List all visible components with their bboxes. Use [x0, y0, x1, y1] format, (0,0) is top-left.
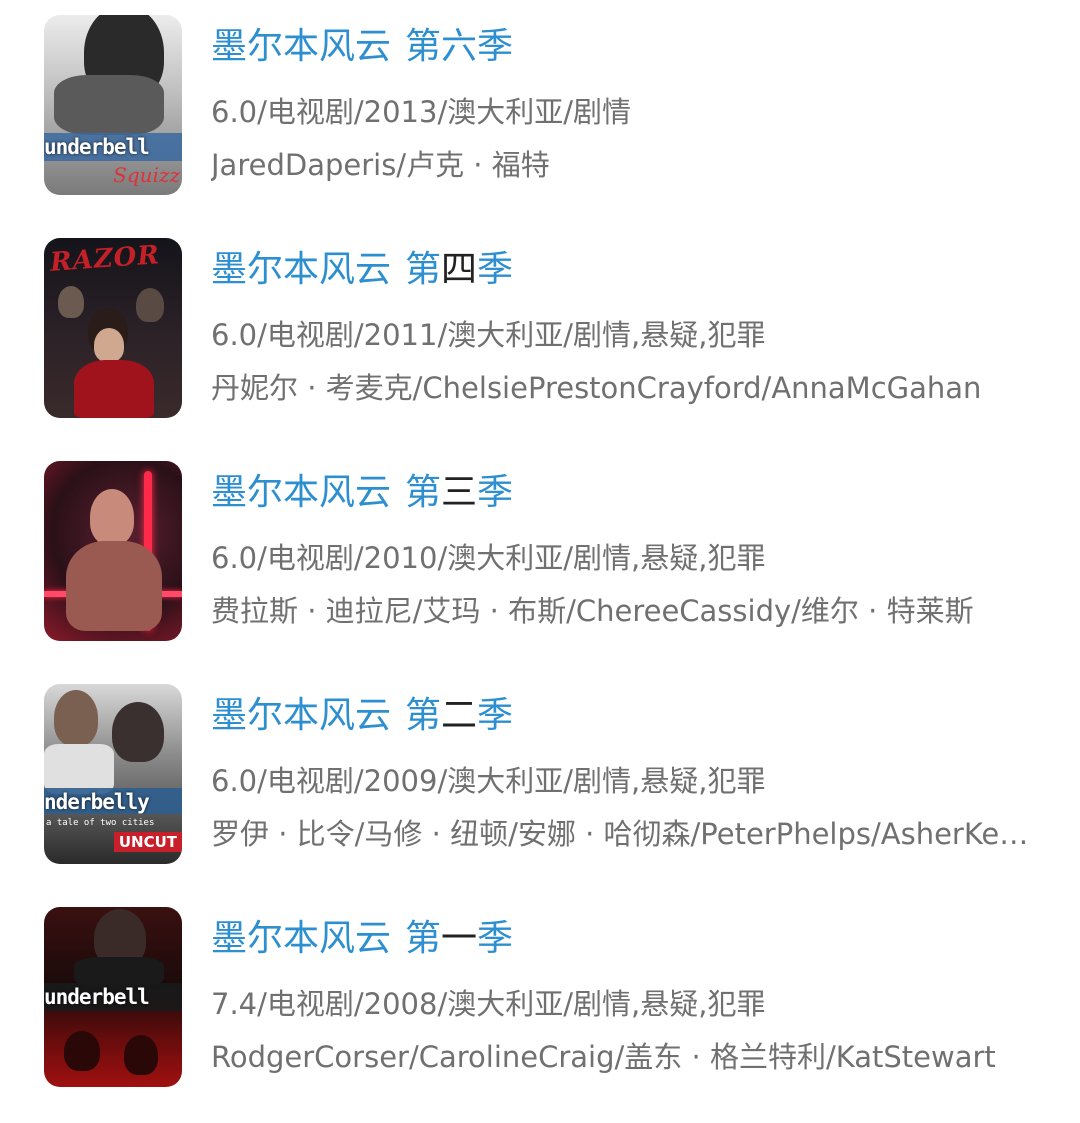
list-item[interactable]: 墨尔本风云 第三季 6.0/电视剧/2010/澳大利亚/剧情,悬疑,犯罪 费拉斯 …: [0, 461, 1080, 641]
poster-figure: [44, 744, 114, 794]
poster-logo-text: underbell: [44, 985, 150, 1009]
item-cast: 丹妮尔 · 考麦克/ChelsiePrestonCrayford/AnnaMcG…: [211, 371, 982, 405]
poster-figure: [124, 1035, 158, 1075]
title-season-pre: 第: [405, 918, 442, 959]
poster-figure: [64, 1031, 100, 1071]
poster-thumbnail[interactable]: nderbelly a tale of two cities UNCUT: [44, 684, 182, 864]
poster-thumbnail[interactable]: RAZOR: [44, 238, 182, 418]
poster-figure: [74, 360, 154, 418]
item-cast: 费拉斯 · 迪拉尼/艾玛 · 布斯/ChereeCassidy/维尔 · 特莱斯: [211, 594, 974, 628]
item-title[interactable]: 墨尔本风云 第三季: [211, 471, 513, 515]
poster-figure: [136, 288, 164, 322]
title-season-number: 一: [441, 918, 478, 959]
title-prefix: 墨尔本风云: [211, 249, 392, 290]
poster-figure: [90, 489, 134, 545]
item-meta: 6.0/电视剧/2011/澳大利亚/剧情,悬疑,犯罪: [211, 318, 766, 352]
poster-logo-text: nderbelly: [44, 790, 150, 814]
poster-figure: [54, 690, 98, 746]
title-prefix: 墨尔本风云: [211, 918, 392, 959]
poster-title-text: RAZOR: [49, 240, 161, 278]
list-item[interactable]: underbell 墨尔本风云 第一季 7.4/电视剧/2008/澳大利亚/剧情,…: [0, 907, 1080, 1087]
poster-figure: [112, 702, 164, 762]
poster-thumbnail[interactable]: underbell: [44, 907, 182, 1087]
poster-figure: [54, 75, 164, 135]
item-title[interactable]: 墨尔本风云 第六季: [211, 25, 513, 69]
item-cast: JaredDaperis/卢克 · 福特: [211, 148, 550, 182]
item-cast: 罗伊 · 比令/马修 · 纽顿/安娜 · 哈彻森/PeterPhelps/Ash…: [211, 817, 1035, 851]
title-season-pre: 第: [405, 695, 442, 736]
poster-tagline-text: a tale of two cities: [46, 818, 155, 828]
title-prefix: 墨尔本风云: [211, 695, 392, 736]
tv-series-result-list: underbell Squizz 墨尔本风云 第六季 6.0/电视剧/2013/澳…: [0, 0, 1080, 1123]
title-season-number: 四: [441, 249, 478, 290]
poster-figure: [58, 286, 84, 318]
title-season-post: 季: [477, 918, 514, 959]
title-season-post: 季: [477, 249, 514, 290]
title-season-post: 季: [477, 695, 514, 736]
item-meta: 7.4/电视剧/2008/澳大利亚/剧情,悬疑,犯罪: [211, 987, 766, 1021]
title-prefix: 墨尔本风云: [211, 26, 392, 67]
poster-figure: [94, 328, 124, 362]
title-season-pre: 第: [405, 472, 442, 513]
poster-badge-text: UNCUT: [113, 832, 182, 852]
title-season-number: 三: [441, 472, 478, 513]
poster-thumbnail[interactable]: underbell Squizz: [44, 15, 182, 195]
title-season-pre: 第: [405, 249, 442, 290]
poster-logo-text: underbell: [44, 135, 150, 159]
item-title[interactable]: 墨尔本风云 第四季: [211, 248, 513, 292]
title-prefix: 墨尔本风云: [211, 472, 392, 513]
poster-script-text: Squizz: [113, 163, 180, 187]
title-season: 第六季: [405, 26, 514, 67]
poster-figure: [66, 541, 162, 631]
list-item[interactable]: underbell Squizz 墨尔本风云 第六季 6.0/电视剧/2013/澳…: [0, 15, 1080, 195]
item-meta: 6.0/电视剧/2010/澳大利亚/剧情,悬疑,犯罪: [211, 541, 766, 575]
poster-thumbnail[interactable]: [44, 461, 182, 641]
list-item[interactable]: nderbelly a tale of two cities UNCUT 墨尔本…: [0, 684, 1080, 864]
item-meta: 6.0/电视剧/2009/澳大利亚/剧情,悬疑,犯罪: [211, 764, 766, 798]
list-item[interactable]: RAZOR 墨尔本风云 第四季 6.0/电视剧/2011/澳大利亚/剧情,悬疑,犯…: [0, 238, 1080, 418]
item-title[interactable]: 墨尔本风云 第二季: [211, 694, 513, 738]
title-season-post: 季: [477, 472, 514, 513]
item-meta: 6.0/电视剧/2013/澳大利亚/剧情: [211, 95, 632, 129]
item-cast: RodgerCorser/CarolineCraig/盖东 · 格兰特利/Kat…: [211, 1040, 996, 1074]
item-title[interactable]: 墨尔本风云 第一季: [211, 917, 513, 961]
title-season-number: 二: [441, 695, 478, 736]
